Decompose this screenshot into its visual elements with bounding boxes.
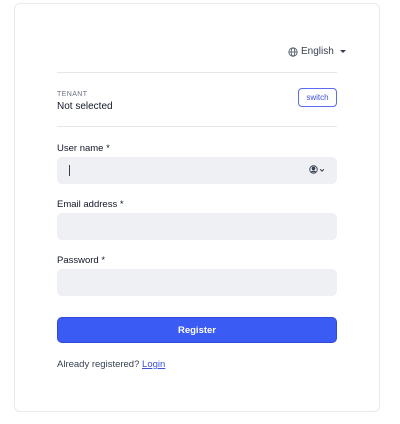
chevron-down-icon — [339, 50, 346, 53]
user-circle-icon[interactable] — [309, 165, 325, 174]
register-button[interactable]: Register — [57, 317, 337, 343]
login-prompt: Already registered? Login — [57, 359, 165, 370]
language-label: English — [301, 46, 334, 57]
password-label: Password * — [57, 255, 106, 266]
login-link[interactable]: Login — [142, 359, 165, 370]
tenant-caption: TENANT — [57, 91, 88, 98]
switch-tenant-button[interactable]: switch — [298, 88, 337, 107]
globe-icon — [288, 46, 298, 57]
divider — [57, 72, 337, 73]
password-field[interactable] — [57, 269, 337, 296]
tenant-value: Not selected — [57, 101, 113, 112]
username-label: User name * — [57, 143, 110, 154]
text-cursor — [69, 165, 70, 176]
already-registered-text: Already registered? — [57, 359, 140, 370]
language-selector[interactable]: English — [288, 46, 346, 57]
email-label: Email address * — [57, 199, 124, 210]
email-field[interactable] — [57, 213, 337, 240]
divider — [57, 126, 337, 127]
username-field[interactable] — [57, 157, 337, 184]
